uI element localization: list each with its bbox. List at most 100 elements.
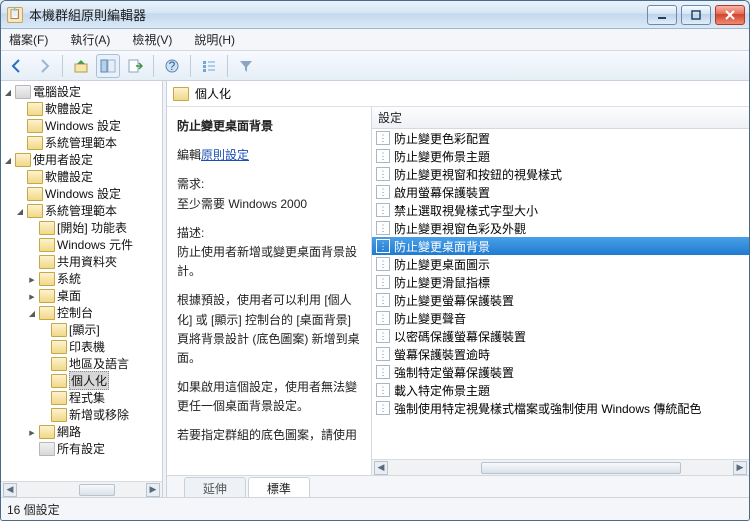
- policy-row[interactable]: 防止變更桌面圖示: [372, 255, 749, 273]
- help-button[interactable]: ?: [160, 54, 184, 78]
- scroll-left-icon[interactable]: ◀: [374, 461, 388, 475]
- policy-row[interactable]: 強制使用特定視覺樣式檔案或強制使用 Windows 傳統配色: [372, 399, 749, 417]
- scope-tree[interactable]: 電腦設定 軟體設定Windows 設定系統管理範本使用者設定軟體設定Window…: [1, 81, 163, 497]
- tree-item[interactable]: [開始] 功能表: [1, 219, 162, 236]
- policy-list-body[interactable]: 防止變更色彩配置防止變更佈景主題防止變更視窗和按鈕的視覺樣式啟用螢幕保護裝置禁止…: [372, 129, 749, 459]
- menu-help[interactable]: 說明(H): [190, 29, 239, 50]
- policy-icon: [376, 275, 390, 289]
- twisty-icon[interactable]: [15, 206, 25, 216]
- twisty-icon[interactable]: [3, 155, 13, 165]
- policy-row[interactable]: 強制特定螢幕保護裝置: [372, 363, 749, 381]
- tree-item[interactable]: 地區及語言: [1, 355, 162, 372]
- tab-standard[interactable]: 標準: [248, 477, 310, 497]
- scroll-right-icon[interactable]: ▶: [733, 461, 747, 475]
- folder-icon: [51, 323, 67, 337]
- policy-icon: [376, 383, 390, 397]
- listview-button[interactable]: [197, 54, 221, 78]
- column-header-setting[interactable]: 設定: [372, 107, 749, 129]
- policy-icon: [376, 149, 390, 163]
- policy-setting-link[interactable]: 原則設定: [201, 148, 249, 162]
- close-button[interactable]: [715, 5, 745, 25]
- tree-item-label: 控制台: [57, 304, 93, 321]
- policy-row-label: 防止變更視窗色彩及外觀: [394, 220, 526, 237]
- tree-item[interactable]: 系統管理範本: [1, 134, 162, 151]
- scroll-thumb[interactable]: [79, 484, 115, 496]
- policy-icon: [376, 185, 390, 199]
- description-1: 防止使用者新增或變更桌面背景設計。: [177, 245, 357, 278]
- policy-row[interactable]: 禁止選取視覺樣式字型大小: [372, 201, 749, 219]
- gpedit-window: 📋 本機群組原則編輯器 檔案(F) 執行(A) 檢視(V) 說明(H) ?: [0, 0, 750, 521]
- twisty-icon[interactable]: [27, 274, 37, 284]
- tree-item[interactable]: 桌面: [1, 287, 162, 304]
- policy-row[interactable]: 防止變更視窗色彩及外觀: [372, 219, 749, 237]
- policy-row[interactable]: 防止變更色彩配置: [372, 129, 749, 147]
- tree-item[interactable]: 所有設定: [1, 440, 162, 457]
- policy-title: 防止變更桌面背景: [177, 117, 361, 136]
- tree-item[interactable]: Windows 設定: [1, 185, 162, 202]
- policy-row[interactable]: 防止變更聲音: [372, 309, 749, 327]
- tree-item[interactable]: Windows 元件: [1, 236, 162, 253]
- nav-forward-button[interactable]: [32, 54, 56, 78]
- tree-item[interactable]: 印表機: [1, 338, 162, 355]
- tree-item[interactable]: 共用資料夾: [1, 253, 162, 270]
- menu-action[interactable]: 執行(A): [66, 29, 114, 50]
- description-2: 根據預設，使用者可以利用 [個人化] 或 [顯示] 控制台的 [桌面背景] 頁將…: [177, 291, 361, 368]
- policy-row[interactable]: 螢幕保護裝置逾時: [372, 345, 749, 363]
- twisty-icon[interactable]: [27, 308, 37, 318]
- show-tree-button[interactable]: [96, 54, 120, 78]
- twisty-icon[interactable]: [3, 87, 13, 97]
- maximize-button[interactable]: [681, 5, 711, 25]
- tree-item[interactable]: 個人化: [1, 372, 162, 389]
- policy-row[interactable]: 防止變更佈景主題: [372, 147, 749, 165]
- menu-view[interactable]: 檢視(V): [128, 29, 176, 50]
- filter-button[interactable]: [234, 54, 258, 78]
- tree-root[interactable]: 電腦設定: [1, 83, 162, 100]
- policy-icon: [376, 221, 390, 235]
- tree-item[interactable]: 新增或移除: [1, 406, 162, 423]
- tree-item[interactable]: 系統: [1, 270, 162, 287]
- folder-icon: [27, 102, 43, 116]
- tree-scrollbar[interactable]: ◀ ▶: [1, 481, 162, 497]
- list-scrollbar[interactable]: ◀ ▶: [372, 459, 749, 475]
- tree-item[interactable]: 程式集: [1, 389, 162, 406]
- folder-icon: [27, 119, 43, 133]
- twisty-icon[interactable]: [27, 291, 37, 301]
- twisty-icon[interactable]: [27, 427, 37, 437]
- export-button[interactable]: [123, 54, 147, 78]
- tree-item[interactable]: 網路: [1, 423, 162, 440]
- tree-item[interactable]: 系統管理範本: [1, 202, 162, 219]
- policy-detail: 防止變更桌面背景 編輯原則設定 需求: 至少需要 Windows 2000 描述…: [167, 107, 372, 475]
- policy-row[interactable]: 防止變更滑鼠指標: [372, 273, 749, 291]
- policy-row-label: 螢幕保護裝置逾時: [394, 346, 490, 363]
- policy-row[interactable]: 以密碼保護螢幕保護裝置: [372, 327, 749, 345]
- titlebar[interactable]: 📋 本機群組原則編輯器: [1, 1, 749, 29]
- policy-row[interactable]: 載入特定佈景主題: [372, 381, 749, 399]
- tree-item[interactable]: 使用者設定: [1, 151, 162, 168]
- policy-icon: [376, 131, 390, 145]
- scroll-right-icon[interactable]: ▶: [146, 483, 160, 497]
- tree-item[interactable]: 軟體設定: [1, 100, 162, 117]
- scroll-left-icon[interactable]: ◀: [3, 483, 17, 497]
- tree-item[interactable]: Windows 設定: [1, 117, 162, 134]
- up-level-button[interactable]: [69, 54, 93, 78]
- computer-icon: [15, 85, 31, 99]
- folder-icon: [27, 136, 43, 150]
- policy-row[interactable]: 防止變更視窗和按鈕的視覺樣式: [372, 165, 749, 183]
- nav-back-button[interactable]: [5, 54, 29, 78]
- scroll-thumb[interactable]: [481, 462, 681, 474]
- tree-item[interactable]: 控制台: [1, 304, 162, 321]
- tree-item[interactable]: 軟體設定: [1, 168, 162, 185]
- policy-row[interactable]: 防止變更桌面背景: [372, 237, 749, 255]
- policy-row-label: 禁止選取視覺樣式字型大小: [394, 202, 538, 219]
- menu-file[interactable]: 檔案(F): [5, 29, 52, 50]
- minimize-button[interactable]: [647, 5, 677, 25]
- body: 電腦設定 軟體設定Windows 設定系統管理範本使用者設定軟體設定Window…: [1, 81, 749, 498]
- folder-icon: [39, 221, 55, 235]
- policy-row[interactable]: 啟用螢幕保護裝置: [372, 183, 749, 201]
- policy-row-label: 啟用螢幕保護裝置: [394, 184, 490, 201]
- description-4: 若要指定群組的底色圖案，請使用: [177, 426, 361, 445]
- tab-extended[interactable]: 延伸: [184, 477, 246, 497]
- tree-item-label: Windows 設定: [45, 117, 121, 134]
- tree-item[interactable]: [顯示]: [1, 321, 162, 338]
- policy-row[interactable]: 防止變更螢幕保護裝置: [372, 291, 749, 309]
